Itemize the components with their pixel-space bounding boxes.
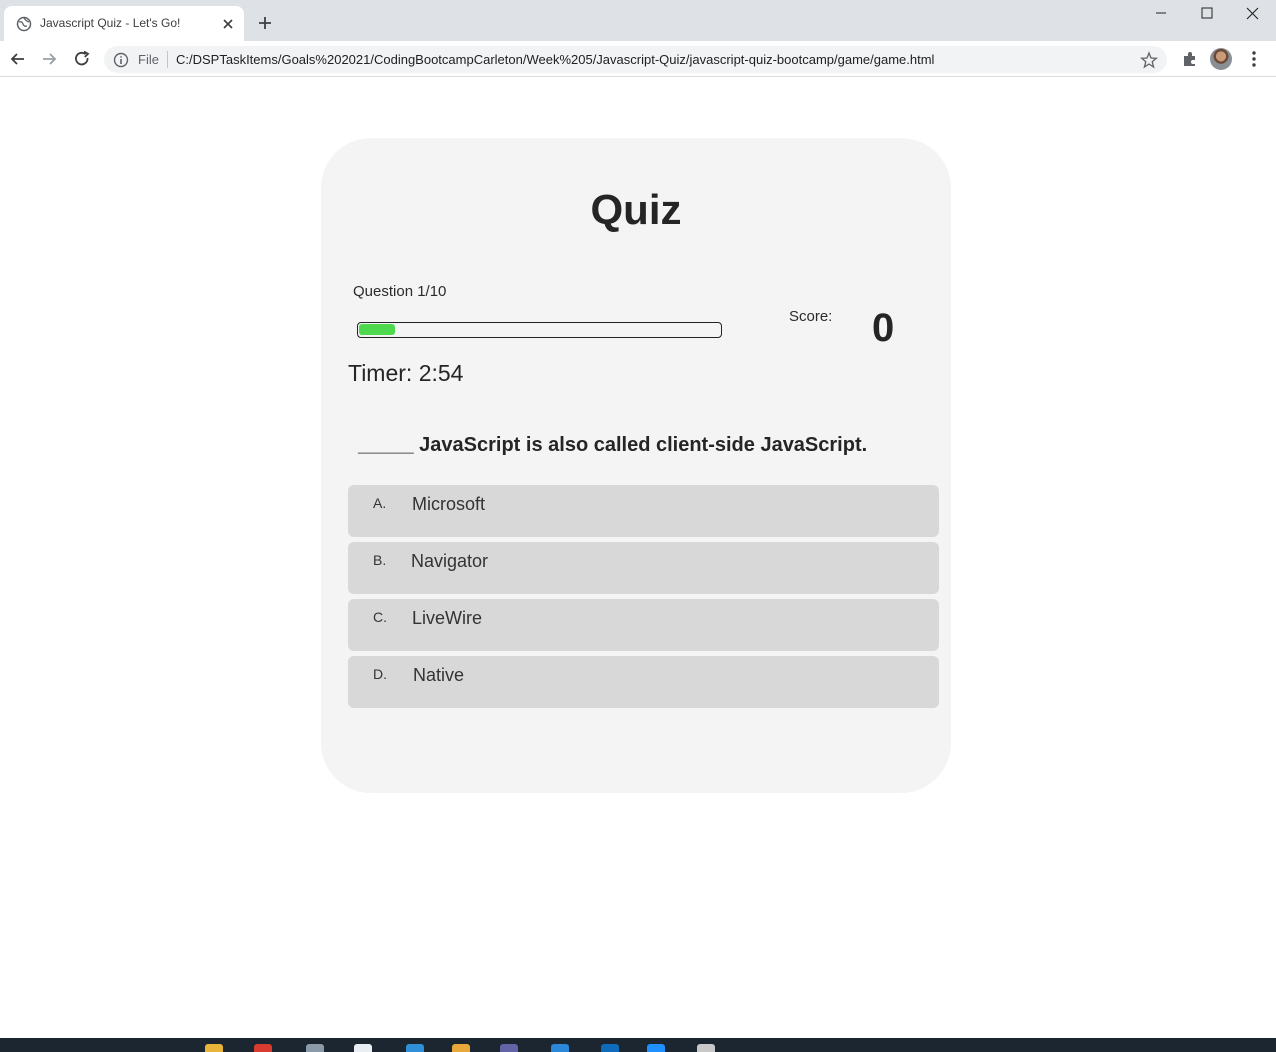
- maximize-icon[interactable]: [1184, 0, 1230, 30]
- tab-title: Javascript Quiz - Let's Go!: [40, 16, 181, 30]
- os-taskbar: [0, 1038, 1276, 1052]
- choice-prefix: A.: [373, 495, 387, 511]
- taskbar-app-icon[interactable]: [697, 1044, 715, 1052]
- reload-icon[interactable]: [72, 49, 92, 69]
- taskbar-vscode-icon[interactable]: [406, 1044, 424, 1052]
- scheme-label: File: [138, 52, 159, 67]
- score-value: 0: [872, 306, 895, 350]
- taskbar-app-icon[interactable]: [647, 1044, 665, 1052]
- score-label: Score:: [789, 308, 833, 325]
- choice-b[interactable]: B. Navigator: [348, 542, 939, 594]
- forward-arrow-icon[interactable]: [39, 49, 59, 69]
- url-text[interactable]: C:/DSPTaskItems/Goals%202021/CodingBootc…: [176, 52, 934, 67]
- quiz-card: Quiz Question 1/10 Score: 0 Timer: 2:54 …: [321, 138, 951, 793]
- extensions-puzzle-icon[interactable]: [1180, 49, 1200, 69]
- choice-text: LiveWire: [412, 608, 483, 628]
- profile-avatar[interactable]: [1210, 48, 1232, 70]
- progress-bar: [357, 322, 722, 338]
- timer: Timer: 2:54: [348, 360, 464, 386]
- address-separator: [167, 51, 168, 68]
- taskbar-app-icon[interactable]: [500, 1044, 518, 1052]
- choice-text: Microsoft: [412, 494, 486, 514]
- choice-a[interactable]: A. Microsoft: [348, 485, 939, 537]
- taskbar-folder-icon[interactable]: [205, 1044, 223, 1052]
- question-counter: Question 1/10: [353, 283, 447, 300]
- taskbar-app-icon[interactable]: [601, 1044, 619, 1052]
- choice-text: Native: [413, 665, 465, 685]
- page-title: Quiz: [590, 186, 682, 233]
- question-text: _____ JavaScript is also called client-s…: [358, 434, 868, 456]
- close-tab-icon[interactable]: [219, 15, 237, 33]
- back-arrow-icon[interactable]: [8, 49, 28, 69]
- more-menu-icon[interactable]: [1246, 49, 1262, 69]
- taskbar-chrome-icon[interactable]: [254, 1044, 272, 1052]
- new-tab-icon[interactable]: [255, 13, 275, 33]
- info-icon[interactable]: [113, 52, 129, 68]
- choice-c[interactable]: C. LiveWire: [348, 599, 939, 651]
- choice-d[interactable]: D. Native: [348, 656, 939, 708]
- tab-strip: Javascript Quiz - Let's Go!: [0, 0, 1276, 41]
- choice-prefix: B.: [373, 552, 387, 568]
- taskbar-app-icon[interactable]: [354, 1044, 372, 1052]
- address-bar[interactable]: File C:/DSPTaskItems/Goals%202021/Coding…: [104, 46, 1167, 73]
- taskbar-app-icon[interactable]: [306, 1044, 324, 1052]
- choice-prefix: C.: [373, 609, 387, 625]
- taskbar-app-icon[interactable]: [452, 1044, 470, 1052]
- globe-icon: [16, 16, 32, 32]
- progress-fill: [359, 324, 395, 335]
- window-close-icon[interactable]: [1230, 0, 1276, 30]
- browser-toolbar: File C:/DSPTaskItems/Goals%202021/Coding…: [0, 41, 1276, 77]
- taskbar-app-icon[interactable]: [551, 1044, 569, 1052]
- minimize-icon[interactable]: [1138, 0, 1184, 30]
- choice-text: Navigator: [411, 551, 489, 571]
- bookmark-star-icon[interactable]: [1140, 51, 1158, 69]
- choice-prefix: D.: [373, 666, 387, 682]
- browser-tab[interactable]: Javascript Quiz - Let's Go!: [4, 6, 244, 41]
